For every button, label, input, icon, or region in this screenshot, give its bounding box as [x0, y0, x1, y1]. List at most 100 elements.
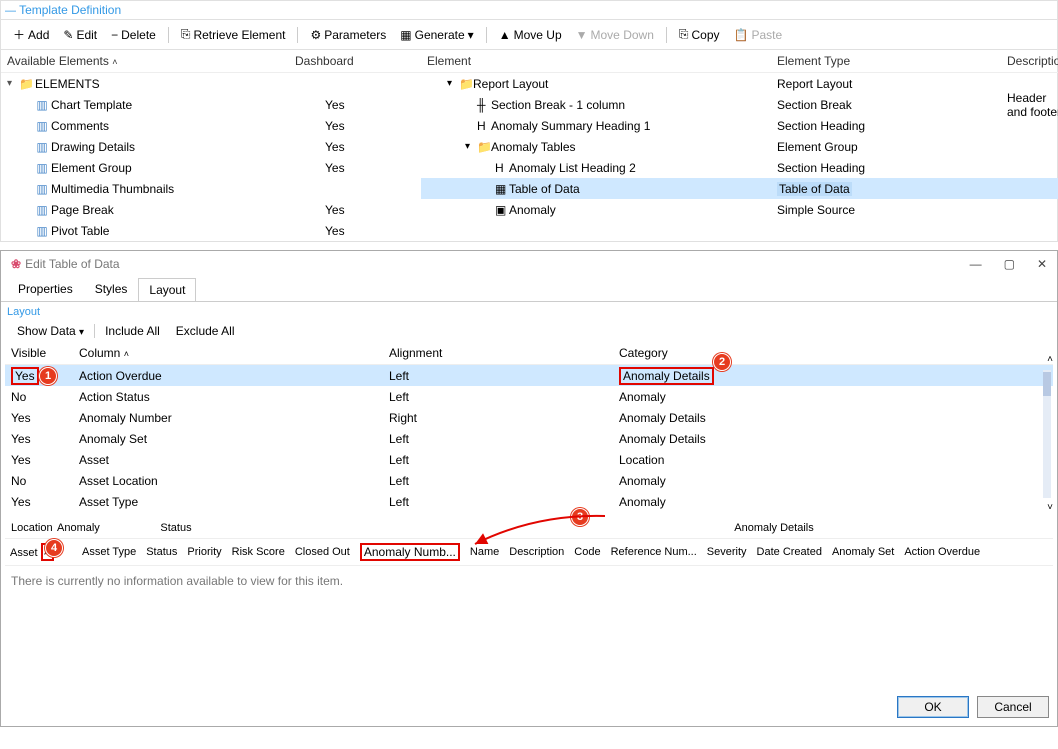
- paste-button[interactable]: 📋Paste: [728, 26, 789, 44]
- col-column[interactable]: Column ˄: [73, 344, 383, 362]
- layout-row[interactable]: ╫Section Break - 1 columnSection BreakHe…: [421, 94, 1058, 115]
- col-alignment[interactable]: Alignment: [383, 344, 613, 362]
- available-elements-panel: Available Elements ˄ Dashboard ▾ 📁 ELEME…: [1, 50, 421, 241]
- delete-button[interactable]: −Delete: [105, 26, 162, 44]
- element-header[interactable]: Element: [427, 54, 777, 68]
- grid-row[interactable]: YesAnomaly NumberRightAnomaly Details: [5, 407, 1053, 428]
- retrieve-button[interactable]: ⎘Retrieve Element: [175, 25, 292, 44]
- col-category[interactable]: Category: [613, 344, 1053, 362]
- expand-icon[interactable]: ▾: [7, 78, 19, 89]
- column-cell: Asset: [73, 453, 383, 467]
- element-type: Table of Data: [777, 182, 1007, 196]
- tree-root[interactable]: ▾ 📁 ELEMENTS: [1, 73, 421, 94]
- column-cell: Anomaly Set: [73, 432, 383, 446]
- dashboard-value: Yes: [325, 203, 415, 217]
- grid-row[interactable]: NoAction StatusLeftAnomaly: [5, 386, 1053, 407]
- element-icon: ▥: [35, 203, 49, 217]
- minus-icon: −: [111, 28, 118, 42]
- expand-icon[interactable]: ▾: [447, 78, 459, 89]
- layout-row[interactable]: ▦Table of DataTable of Data: [421, 178, 1058, 199]
- show-data-button[interactable]: Show Data ▾: [11, 322, 90, 340]
- preview-column[interactable]: Anomaly Set: [827, 544, 899, 560]
- category-cell: Anomaly: [613, 495, 1053, 509]
- scroll-down-icon[interactable]: ˅: [1047, 502, 1053, 513]
- tab-layout[interactable]: Layout: [138, 278, 196, 302]
- element-type: Section Heading: [777, 161, 1007, 175]
- tree-item[interactable]: ▥Chart TemplateYes: [1, 94, 421, 115]
- ok-button[interactable]: OK: [897, 696, 969, 718]
- alignment-cell: Right: [383, 411, 613, 425]
- include-all-button[interactable]: Include All: [99, 322, 166, 340]
- preview-column[interactable]: Description: [504, 544, 569, 560]
- scrollbar[interactable]: [1043, 370, 1051, 498]
- copy-button[interactable]: ⎘Copy: [673, 25, 726, 44]
- col-visible[interactable]: Visible: [5, 344, 73, 362]
- scroll-up-icon[interactable]: ˄: [1047, 354, 1053, 365]
- preview-column[interactable]: Risk Score: [227, 544, 290, 560]
- grid-row[interactable]: YesAnomaly SetLeftAnomaly Details: [5, 428, 1053, 449]
- preview-column[interactable]: Reference Num...: [606, 544, 702, 560]
- preview-column[interactable]: Priority: [182, 544, 226, 560]
- preview-column[interactable]: Anomaly Numb...: [355, 541, 465, 563]
- generate-button[interactable]: ▦Generate ▾: [394, 26, 479, 44]
- grid-row[interactable]: YesAsset TypeLeftAnomaly: [5, 491, 1053, 512]
- description-header[interactable]: Description: [1007, 54, 1058, 68]
- preview-column[interactable]: Asset ˄4: [5, 541, 77, 563]
- preview-column[interactable]: Date Created: [752, 544, 827, 560]
- preview-column[interactable]: Closed Out: [290, 544, 355, 560]
- add-button[interactable]: ＋Add: [7, 24, 55, 45]
- copy-icon: ⎘: [679, 27, 689, 42]
- tree-item[interactable]: ▥Pivot TableYes: [1, 220, 421, 241]
- available-elements-header[interactable]: Available Elements ˄: [7, 54, 295, 68]
- dashboard-header[interactable]: Dashboard: [295, 54, 415, 68]
- annotation-badge-2: 2: [713, 353, 731, 371]
- visible-cell: Yes: [5, 453, 73, 467]
- layout-row[interactable]: ▣AnomalySimple Source: [421, 199, 1058, 220]
- arrow-up-icon: ▲: [499, 28, 511, 42]
- parameters-button[interactable]: ⚙Parameters: [304, 26, 392, 44]
- tree-item[interactable]: ▥Element GroupYes: [1, 157, 421, 178]
- sec-icon: ╫: [477, 98, 491, 112]
- tab-properties[interactable]: Properties: [7, 277, 84, 301]
- table-icon: ▦: [495, 182, 509, 196]
- column-cell: Asset Location: [73, 474, 383, 488]
- element-icon: ▥: [35, 140, 49, 154]
- grid-row[interactable]: Yes1Action OverdueLeftAnomaly Details2: [5, 365, 1053, 386]
- layout-row[interactable]: ▾📁Report LayoutReport Layout: [421, 73, 1058, 94]
- tree-item-label: Drawing Details: [49, 140, 325, 154]
- minimize-icon[interactable]: —: [970, 257, 982, 271]
- tree-item[interactable]: ▥Drawing DetailsYes: [1, 136, 421, 157]
- preview-column[interactable]: Asset Type: [77, 544, 141, 560]
- layout-row[interactable]: HAnomaly List Heading 2Section Heading: [421, 157, 1058, 178]
- tree-item-label: Comments: [49, 119, 325, 133]
- tab-styles[interactable]: Styles: [84, 277, 139, 301]
- element-type-header[interactable]: Element Type: [777, 54, 1007, 68]
- element-label: Anomaly: [509, 203, 556, 217]
- tree-item-label: Multimedia Thumbnails: [49, 182, 325, 196]
- group-status: Status: [111, 520, 241, 536]
- preview-column[interactable]: Severity: [702, 544, 752, 560]
- cancel-button[interactable]: Cancel: [977, 696, 1049, 718]
- edit-button[interactable]: ✎Edit: [57, 26, 103, 44]
- element-type: Section Heading: [777, 119, 1007, 133]
- preview-column[interactable]: Status: [141, 544, 182, 560]
- layout-row[interactable]: HAnomaly Summary Heading 1Section Headin…: [421, 115, 1058, 136]
- alignment-cell: Left: [383, 495, 613, 509]
- expand-icon[interactable]: ▾: [465, 141, 477, 152]
- preview-column[interactable]: Code: [569, 544, 605, 560]
- tree-item[interactable]: ▥CommentsYes: [1, 115, 421, 136]
- layout-row[interactable]: ▾📁Anomaly TablesElement Group: [421, 136, 1058, 157]
- grid-row[interactable]: NoAsset LocationLeftAnomaly: [5, 470, 1053, 491]
- close-icon[interactable]: ✕: [1037, 257, 1047, 271]
- moveup-button[interactable]: ▲Move Up: [493, 26, 568, 44]
- tree-item[interactable]: ▥Multimedia Thumbnails: [1, 178, 421, 199]
- exclude-all-button[interactable]: Exclude All: [170, 322, 241, 340]
- grid-row[interactable]: YesAssetLeftLocation: [5, 449, 1053, 470]
- movedown-button[interactable]: ▼Move Down: [570, 26, 660, 44]
- tree-item[interactable]: ▥Page BreakYes: [1, 199, 421, 220]
- preview-column[interactable]: Name: [465, 544, 504, 560]
- alignment-cell: Left: [383, 432, 613, 446]
- preview-column[interactable]: Action Overdue: [899, 544, 985, 560]
- maximize-icon[interactable]: ▢: [1004, 257, 1015, 271]
- app-icon: ❀: [11, 257, 21, 271]
